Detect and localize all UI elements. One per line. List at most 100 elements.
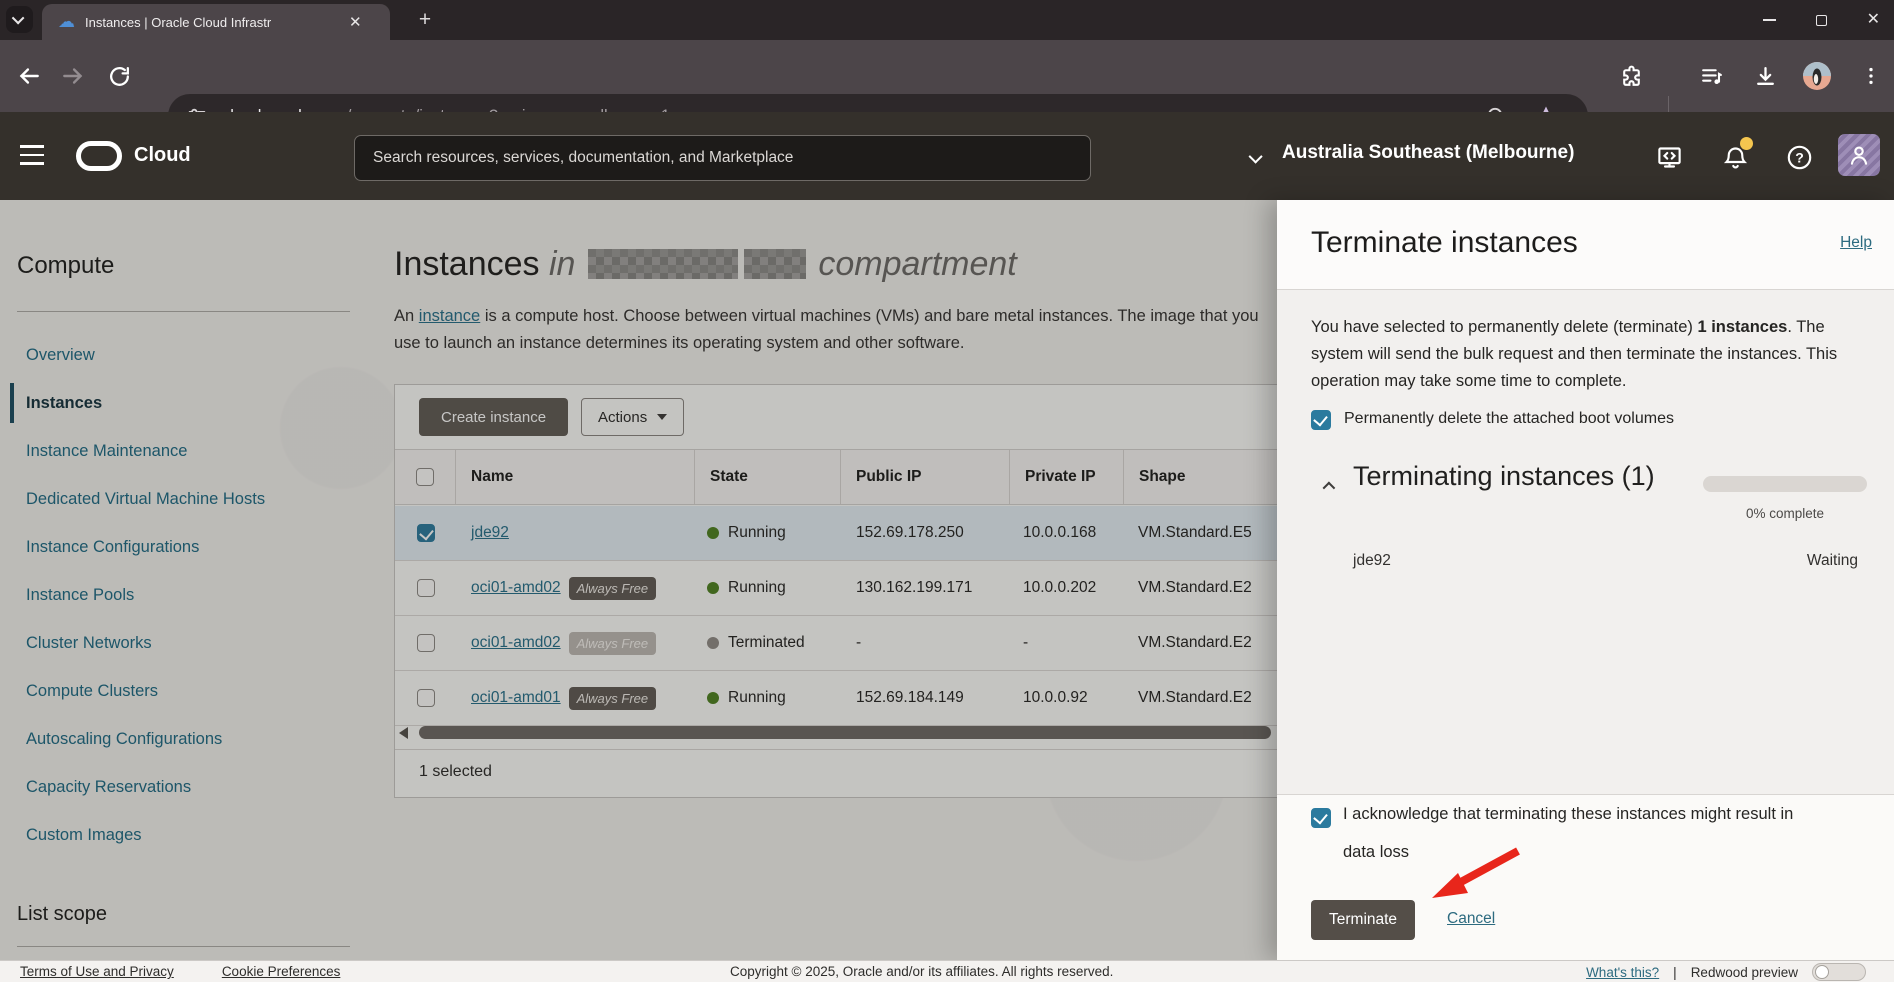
- sidebar-item-capacity-reservations[interactable]: Capacity Reservations: [0, 763, 360, 811]
- sidebar-nav: OverviewInstancesInstance MaintenanceDed…: [0, 331, 360, 859]
- public-ip-cell: -: [841, 616, 1010, 670]
- public-ip-cell-text: 130.162.199.171: [856, 579, 972, 597]
- cookie-preferences-link[interactable]: Cookie Preferences: [222, 964, 341, 979]
- page-footer: Terms of Use and Privacy Cookie Preferen…: [0, 960, 1894, 982]
- terminate-button[interactable]: Terminate: [1311, 900, 1415, 940]
- sidebar-item-instances[interactable]: Instances: [0, 379, 360, 427]
- private-ip-cell-text: -: [1023, 634, 1028, 652]
- panel-header: Terminate instances Help: [1277, 200, 1894, 290]
- user-profile-avatar[interactable]: [1838, 134, 1880, 176]
- annotation-arrow-icon: [1410, 845, 1530, 907]
- shape-cell-text: VM.Standard.E5: [1138, 524, 1252, 542]
- whats-this-link[interactable]: What's this?: [1586, 965, 1659, 980]
- create-instance-button[interactable]: Create instance: [419, 398, 568, 436]
- state-cell: Running: [695, 671, 841, 725]
- maximize-icon[interactable]: [1816, 15, 1827, 26]
- window-close-icon[interactable]: ✕: [1867, 12, 1880, 28]
- region-selector[interactable]: Australia Southeast (Melbourne): [1282, 142, 1574, 164]
- notifications-bell-icon[interactable]: [1718, 140, 1752, 174]
- state-text: Running: [728, 524, 786, 542]
- instance-name-cell: oci01-amd01 Always Free: [456, 671, 695, 725]
- row-checkbox-cell: [395, 671, 456, 725]
- column-header-private-ip[interactable]: Private IP: [1010, 450, 1124, 504]
- dev-console-icon[interactable]: [1652, 140, 1686, 174]
- column-header-name[interactable]: Name: [456, 450, 695, 504]
- browser-tab[interactable]: ☁ Instances | Oracle Cloud Infrastr ✕: [42, 4, 390, 40]
- private-ip-cell: 10.0.0.168: [1010, 506, 1124, 560]
- redwood-preview-toggle[interactable]: [1812, 963, 1866, 981]
- media-controls-icon[interactable]: [1692, 57, 1730, 95]
- instance-doc-link[interactable]: instance: [419, 307, 480, 325]
- instance-name-link[interactable]: jde92: [471, 524, 509, 542]
- select-all-checkbox[interactable]: [416, 468, 434, 486]
- sidebar-item-instance-configurations[interactable]: Instance Configurations: [0, 523, 360, 571]
- terms-link[interactable]: Terms of Use and Privacy: [20, 964, 174, 979]
- terminating-instance-status: Waiting: [1807, 552, 1858, 570]
- public-ip-cell-text: -: [856, 634, 861, 652]
- state-status-dot: [707, 637, 719, 649]
- acknowledge-checkbox[interactable]: [1311, 808, 1331, 828]
- instance-name-link[interactable]: oci01-amd02: [471, 634, 561, 652]
- oracle-cloud-brand[interactable]: Cloud: [134, 144, 191, 167]
- minimize-icon[interactable]: [1763, 19, 1776, 21]
- sidebar-item-autoscaling-configurations[interactable]: Autoscaling Configurations: [0, 715, 360, 763]
- help-link[interactable]: Help: [1840, 234, 1872, 252]
- column-header-state[interactable]: State: [695, 450, 841, 504]
- sidebar-item-overview[interactable]: Overview: [0, 331, 360, 379]
- private-ip-cell-text: 10.0.0.92: [1023, 689, 1088, 707]
- forward-icon[interactable]: [54, 57, 92, 95]
- collapse-chevron-icon[interactable]: [1323, 478, 1332, 496]
- state-cell: Running: [695, 561, 841, 615]
- screen: ☁ Instances | Oracle Cloud Infrastr ✕ + …: [0, 0, 1894, 982]
- list-scope-heading: List scope: [17, 903, 107, 926]
- tab-close-icon[interactable]: ✕: [349, 13, 362, 31]
- selected-count: 1 selected: [419, 763, 492, 781]
- tab-search-button[interactable]: [6, 6, 33, 33]
- help-icon[interactable]: ?: [1782, 140, 1816, 174]
- row-checkbox[interactable]: [417, 689, 435, 707]
- terminate-panel: Terminate instances Help You have select…: [1277, 200, 1894, 960]
- cancel-link[interactable]: Cancel: [1447, 910, 1495, 928]
- browser-toolbar: cloud.oracle.com/compute/instances?regio…: [0, 40, 1894, 112]
- browser-menu-icon[interactable]: [1852, 57, 1890, 95]
- back-icon[interactable]: [10, 57, 48, 95]
- panel-title: Terminate instances: [1311, 226, 1578, 260]
- redacted-compartment-suffix: [744, 249, 806, 279]
- sidebar-item-instance-pools[interactable]: Instance Pools: [0, 571, 360, 619]
- private-ip-cell-text: 10.0.0.168: [1023, 524, 1096, 542]
- new-tab-button[interactable]: +: [412, 7, 438, 33]
- sidebar-item-custom-images[interactable]: Custom Images: [0, 811, 360, 859]
- copyright-text: Copyright © 2025, Oracle and/or its affi…: [730, 964, 1113, 979]
- instance-name-link[interactable]: oci01-amd02: [471, 579, 561, 597]
- reload-icon[interactable]: [100, 57, 138, 95]
- always-free-badge: Always Free: [569, 577, 657, 600]
- sidebar-item-cluster-networks[interactable]: Cluster Networks: [0, 619, 360, 667]
- extensions-icon[interactable]: [1612, 57, 1650, 95]
- sidebar-item-compute-clusters[interactable]: Compute Clusters: [0, 667, 360, 715]
- download-icon[interactable]: [1746, 57, 1784, 95]
- always-free-badge: Always Free: [569, 687, 657, 710]
- row-checkbox[interactable]: [417, 524, 435, 542]
- row-checkbox[interactable]: [417, 579, 435, 597]
- boot-volume-checkbox-row: Permanently delete the attached boot vol…: [1311, 410, 1674, 430]
- public-ip-cell: 130.162.199.171: [841, 561, 1010, 615]
- redwood-preview-label: Redwood preview: [1691, 965, 1798, 980]
- sidebar-item-dedicated-virtual-machine-hosts[interactable]: Dedicated Virtual Machine Hosts: [0, 475, 360, 523]
- instance-name-link[interactable]: oci01-amd01: [471, 689, 561, 707]
- column-header-public-ip[interactable]: Public IP: [841, 450, 1010, 504]
- search-input[interactable]: Search resources, services, documentatio…: [354, 135, 1091, 181]
- row-checkbox[interactable]: [417, 634, 435, 652]
- shape-cell-text: VM.Standard.E2: [1138, 689, 1252, 707]
- hamburger-menu-icon[interactable]: [20, 145, 44, 165]
- browser-profile-avatar[interactable]: [1798, 57, 1836, 95]
- boot-volume-checkbox[interactable]: [1311, 410, 1331, 430]
- scrollbar-thumb[interactable]: [419, 726, 1271, 739]
- sidebar-item-instance-maintenance[interactable]: Instance Maintenance: [0, 427, 360, 475]
- actions-dropdown-button[interactable]: Actions: [581, 398, 684, 436]
- shape-cell-text: VM.Standard.E2: [1138, 634, 1252, 652]
- oci-header: Cloud Search resources, services, docume…: [0, 112, 1894, 200]
- acknowledge-checkbox-row: [1311, 808, 1331, 828]
- scroll-left-icon[interactable]: [399, 727, 408, 739]
- region-chevron-icon[interactable]: [1252, 150, 1262, 168]
- row-checkbox-cell: [395, 616, 456, 670]
